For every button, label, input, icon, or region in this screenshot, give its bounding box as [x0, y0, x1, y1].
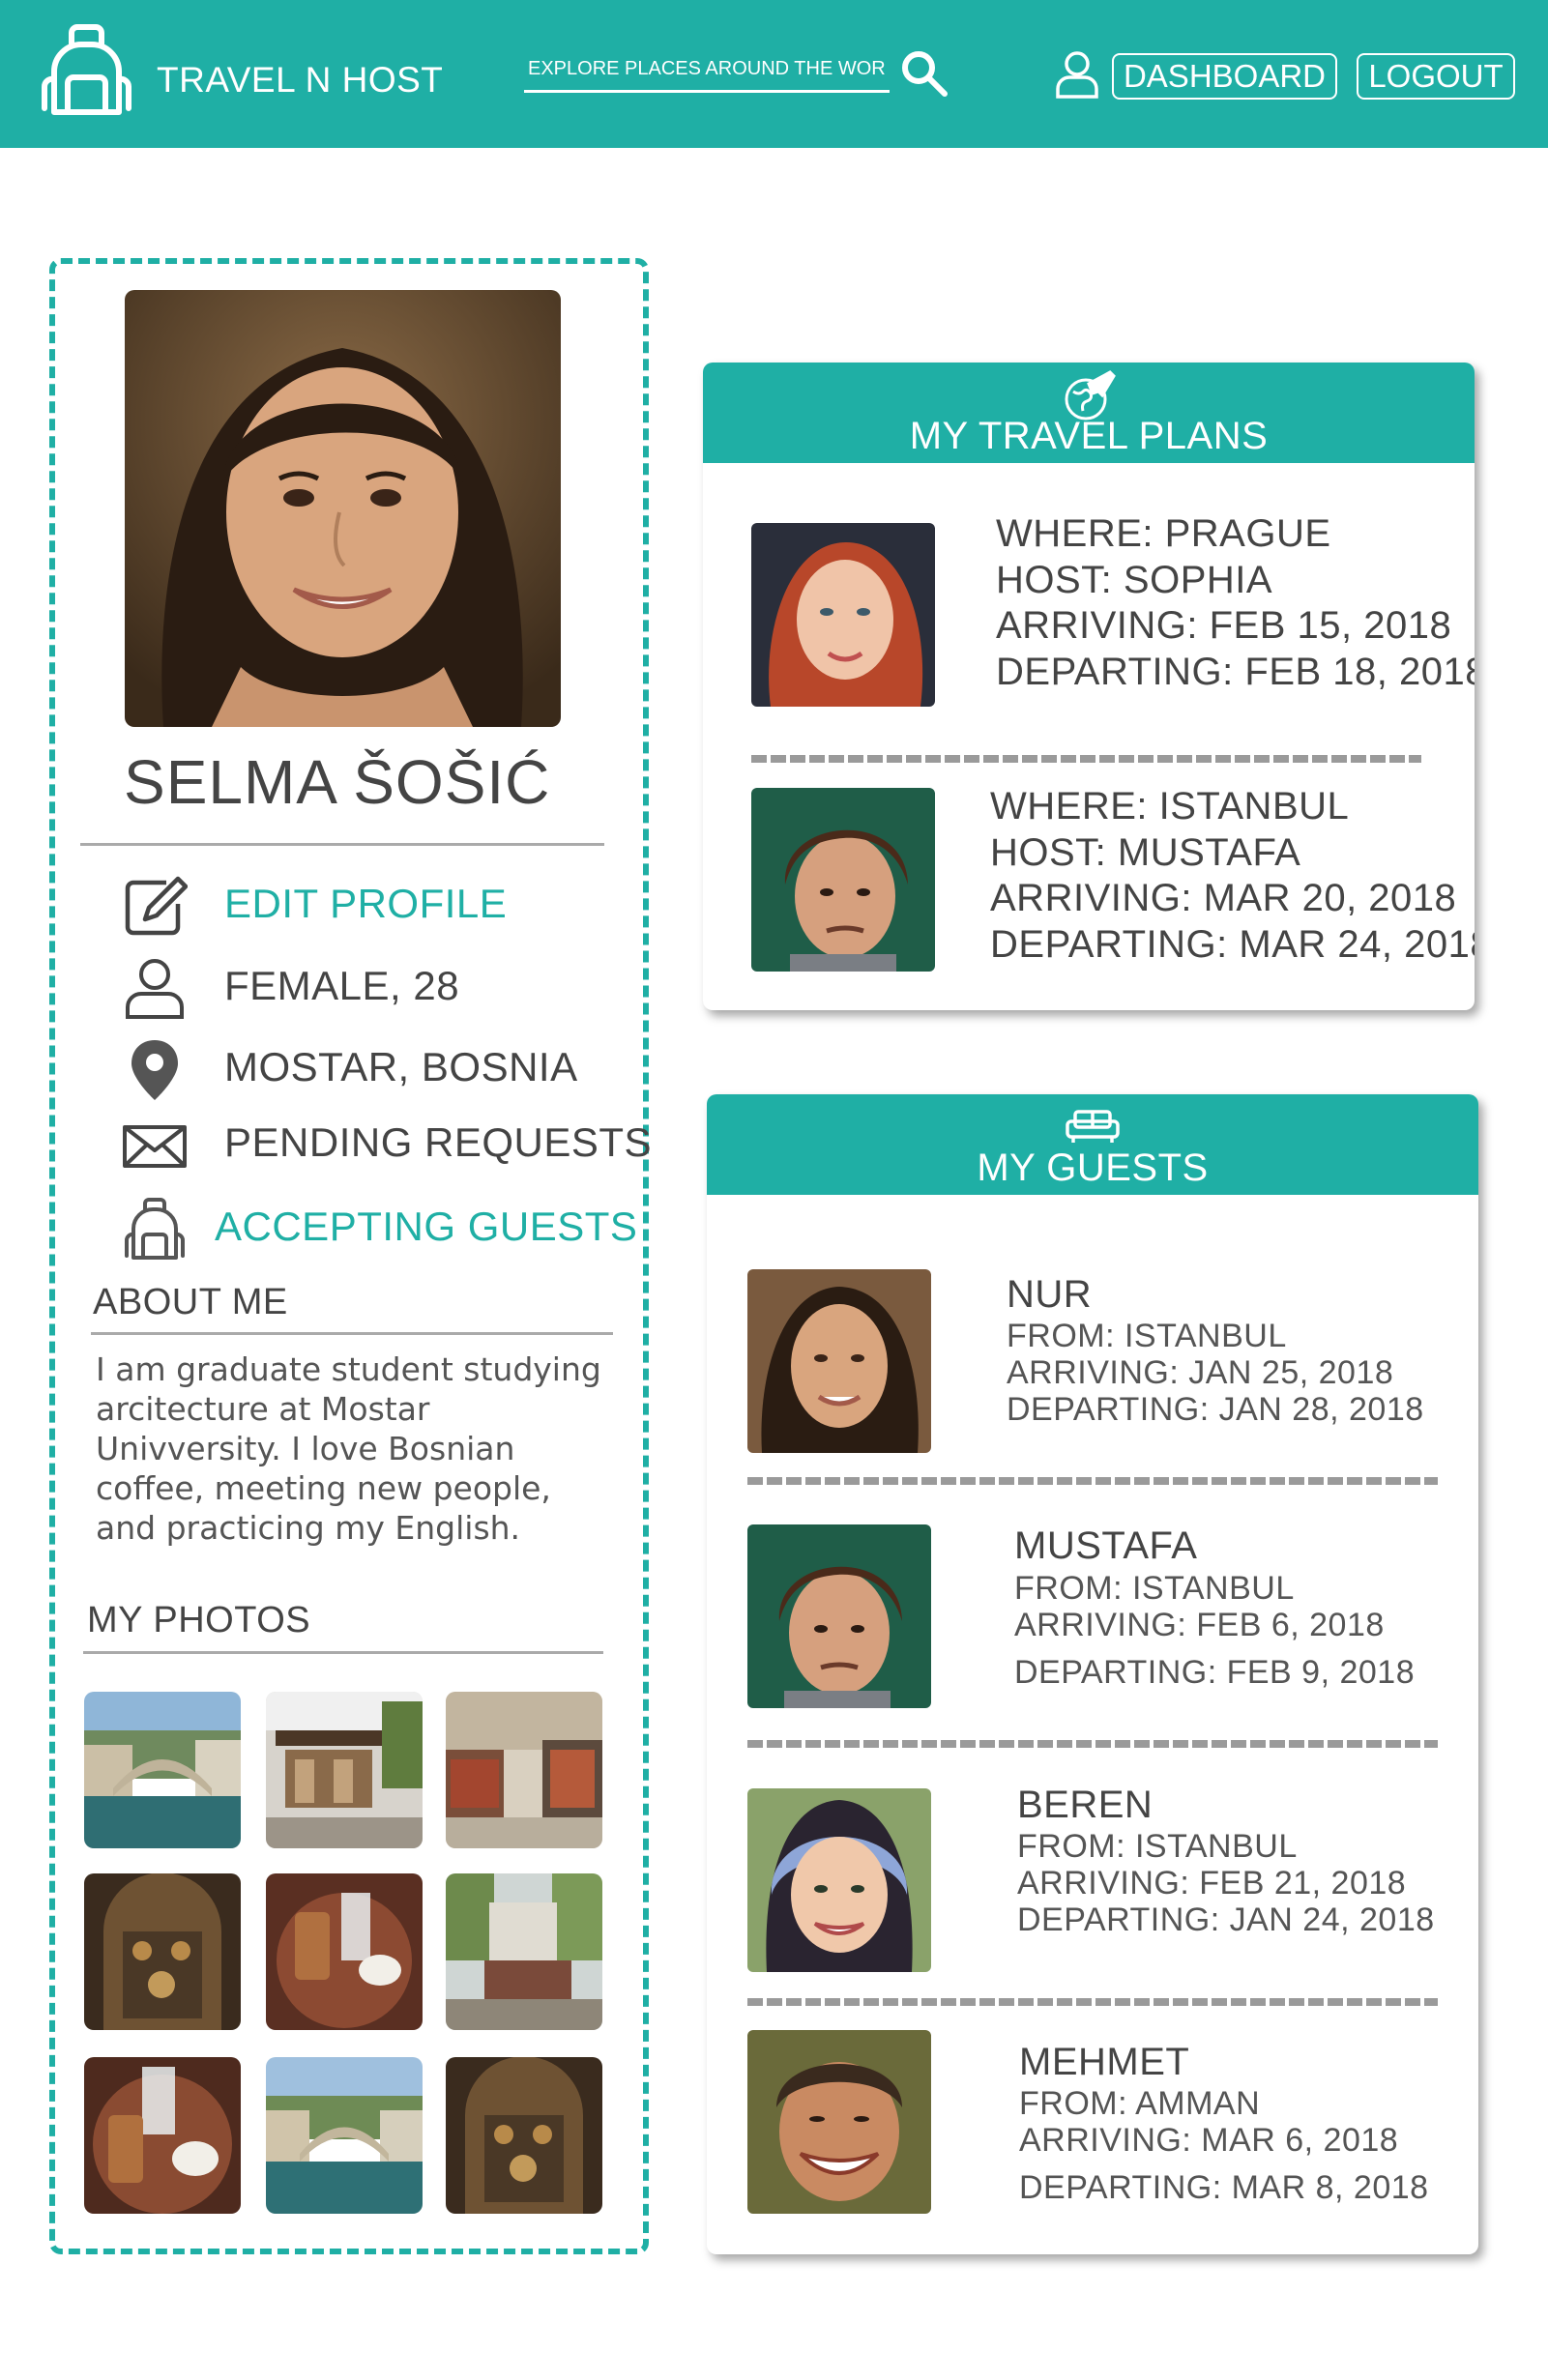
photo-copper-shop[interactable]	[84, 1873, 241, 2030]
guest-1-arriving: ARRIVING: JAN 25, 2018	[1007, 1354, 1394, 1391]
guest-4-arriving: ARRIVING: MAR 6, 2018	[1019, 2122, 1399, 2159]
travel-plans-title: MY TRAVEL PLANS	[909, 415, 1269, 457]
photo-bosnian-coffee[interactable]	[266, 1873, 423, 2030]
brand-name[interactable]: TRAVEL N HOST	[157, 60, 443, 101]
about-me-text: I am graduate student studying arcitectu…	[96, 1350, 601, 1547]
about-divider	[91, 1332, 613, 1335]
guest-photo-mustafa[interactable]	[747, 1524, 931, 1708]
photos-divider	[83, 1651, 603, 1654]
photo-copper-shop-2[interactable]	[446, 2057, 602, 2214]
travel-plans-card: MY TRAVEL PLANS WHERE: PRAGUE HOST: SOPH…	[703, 363, 1475, 1010]
guest-4-name: MEHMET	[1019, 2041, 1190, 2083]
plan-2-host: HOST: MUSTAFA	[990, 831, 1301, 874]
plan-2-arriving: ARRIVING: MAR 20, 2018	[990, 877, 1457, 919]
accepting-guests-status[interactable]: ACCEPTING GUESTS	[116, 1190, 637, 1263]
guest-separator	[747, 1740, 1438, 1748]
location-text: MOSTAR, BOSNIA	[224, 1044, 578, 1089]
search-icon[interactable]	[899, 48, 949, 99]
plan-2-departing: DEPARTING: MAR 24, 2018	[990, 923, 1475, 966]
guest-3-name: BEREN	[1017, 1784, 1154, 1826]
about-me-heading: ABOUT ME	[93, 1282, 288, 1322]
guest-photo-nur[interactable]	[747, 1269, 931, 1453]
name-divider	[80, 843, 604, 846]
edit-profile-label[interactable]: EDIT PROFILE	[224, 881, 507, 927]
guest-2-name: MUSTAFA	[1014, 1524, 1198, 1567]
backpack-icon	[125, 1198, 185, 1260]
search-input[interactable]	[524, 54, 890, 93]
edit-profile-link[interactable]: EDIT PROFILE	[116, 867, 619, 941]
guest-1-name: NUR	[1007, 1273, 1093, 1316]
pending-requests-label[interactable]: PENDING REQUESTS	[224, 1119, 652, 1166]
plan-1-where: WHERE: PRAGUE	[996, 512, 1331, 555]
my-photos-heading: MY PHOTOS	[87, 1600, 311, 1640]
host-photo-sophia[interactable]	[751, 523, 935, 707]
guest-photo-beren[interactable]	[747, 1788, 931, 1972]
guest-1-departing: DEPARTING: JAN 28, 2018	[1007, 1391, 1424, 1428]
plan-2-where: WHERE: ISTANBUL	[990, 785, 1350, 827]
logout-button[interactable]: LOGOUT	[1357, 53, 1515, 100]
location-pin-icon	[131, 1040, 178, 1100]
gender-age-text: FEMALE, 28	[224, 963, 460, 1008]
guest-2-from: FROM: ISTANBUL	[1014, 1570, 1295, 1607]
plan-1-arriving: ARRIVING: FEB 15, 2018	[996, 604, 1452, 647]
location-row: MOSTAR, BOSNIA	[116, 1030, 619, 1104]
guest-2-arriving: ARRIVING: FEB 6, 2018	[1014, 1607, 1385, 1643]
guest-1-from: FROM: ISTANBUL	[1007, 1318, 1287, 1354]
gender-age-row: FEMALE, 28	[116, 949, 619, 1023]
photo-garden-seating[interactable]	[446, 1873, 602, 2030]
backpack-icon[interactable]	[41, 23, 132, 120]
guest-4-from: FROM: AMMAN	[1019, 2085, 1261, 2122]
photo-coffee-tray[interactable]	[84, 2057, 241, 2214]
guest-photo-mehmet[interactable]	[747, 2030, 931, 2214]
top-nav-bar: TRAVEL N HOST DASHBOARD LOGOUT	[0, 0, 1548, 148]
guest-separator	[747, 1477, 1438, 1485]
photo-mostar-bridge[interactable]	[84, 1692, 241, 1848]
guest-3-departing: DEPARTING: JAN 24, 2018	[1017, 1901, 1435, 1938]
photo-cafe-terrace[interactable]	[266, 1692, 423, 1848]
photo-bazaar-street[interactable]	[446, 1692, 602, 1848]
photo-old-bridge-river[interactable]	[266, 2057, 423, 2214]
user-icon	[1056, 51, 1098, 99]
dashboard-button[interactable]: DASHBOARD	[1112, 53, 1337, 100]
guests-title: MY GUESTS	[977, 1146, 1209, 1189]
guest-2-departing: DEPARTING: FEB 9, 2018	[1014, 1654, 1416, 1691]
guests-header: MY GUESTS	[707, 1094, 1478, 1195]
envelope-icon	[123, 1125, 187, 1168]
host-photo-mustafa[interactable]	[751, 788, 935, 972]
profile-name: SELMA ŠOŠIĆ	[124, 747, 551, 817]
edit-icon	[125, 876, 188, 936]
accepting-guests-label[interactable]: ACCEPTING GUESTS	[215, 1204, 637, 1250]
guests-card: MY GUESTS NUR FROM: ISTANBUL ARRIVING: J…	[707, 1094, 1478, 2254]
person-icon	[126, 959, 184, 1019]
pending-requests-link[interactable]: PENDING REQUESTS	[116, 1106, 652, 1179]
plan-1-host: HOST: SOPHIA	[996, 559, 1273, 601]
guest-3-arriving: ARRIVING: FEB 21, 2018	[1017, 1865, 1407, 1901]
guest-4-departing: DEPARTING: MAR 8, 2018	[1019, 2169, 1429, 2206]
guest-separator	[747, 1998, 1438, 2006]
profile-avatar	[125, 290, 561, 727]
plan-separator	[751, 755, 1421, 763]
plan-1-departing: DEPARTING: FEB 18, 2018	[996, 651, 1475, 693]
guest-3-from: FROM: ISTANBUL	[1017, 1828, 1298, 1865]
travel-plans-header: MY TRAVEL PLANS	[703, 363, 1475, 463]
